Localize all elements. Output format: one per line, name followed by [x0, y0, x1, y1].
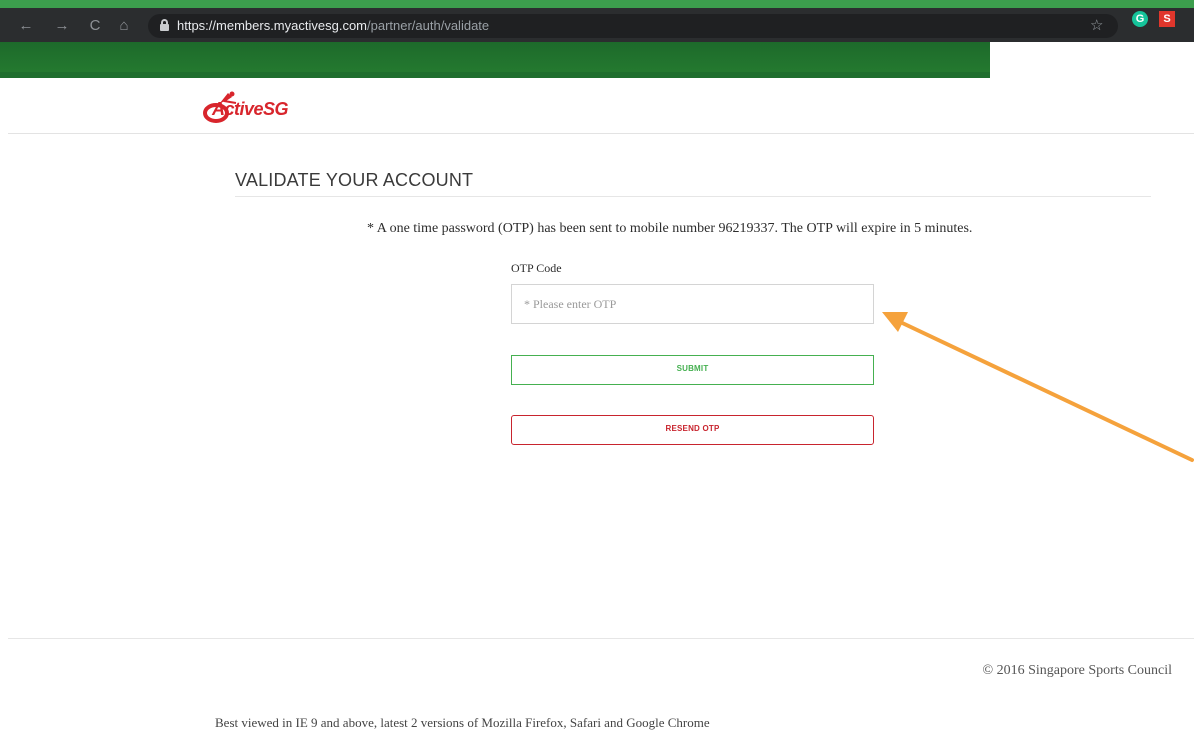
url-path: /partner/auth/validate — [367, 18, 490, 33]
submit-button[interactable]: SUBMIT — [511, 355, 874, 385]
forward-icon[interactable]: → — [52, 16, 72, 36]
grammarly-extension-icon[interactable]: G — [1132, 11, 1148, 27]
otp-input[interactable] — [511, 284, 874, 324]
banner-right-area — [990, 42, 1194, 78]
address-bar[interactable]: https://members.myactivesg.com/partner/a… — [148, 14, 1118, 38]
browser-toolbar: ← → C ⌂ https://members.myactivesg.com/p… — [0, 8, 1194, 42]
browser-banner — [0, 42, 1194, 78]
page-root: ← → C ⌂ https://members.myactivesg.com/p… — [0, 0, 1194, 730]
page-title: VALIDATE YOUR ACCOUNT — [235, 170, 474, 190]
otp-code-label: OTP Code — [511, 261, 562, 275]
header-divider — [8, 133, 1194, 134]
back-icon[interactable]: ← — [16, 16, 36, 36]
url-text[interactable]: https://members.myactivesg.com/partner/a… — [177, 17, 489, 35]
home-icon[interactable]: ⌂ — [114, 16, 134, 36]
s-extension-icon[interactable]: S — [1159, 11, 1175, 27]
reload-icon[interactable]: C — [85, 16, 105, 36]
title-divider — [235, 196, 1151, 197]
logo-text: ActiveSG — [212, 99, 289, 119]
copyright-text: © 2016 Singapore Sports Council — [982, 663, 1172, 678]
browser-top-strip — [0, 0, 1194, 8]
browser-compat-note: Best viewed in IE 9 and above, latest 2 … — [215, 715, 710, 730]
activesg-logo[interactable]: ActiveSG — [202, 85, 322, 125]
resend-otp-button[interactable]: RESEND OTP — [511, 415, 874, 445]
lock-icon — [160, 19, 169, 31]
otp-notice: * A one time password (OTP) has been sen… — [367, 221, 973, 236]
footer-divider — [8, 638, 1194, 639]
star-icon[interactable]: ☆ — [1090, 16, 1103, 34]
url-host: https://members.myactivesg.com — [177, 18, 367, 33]
